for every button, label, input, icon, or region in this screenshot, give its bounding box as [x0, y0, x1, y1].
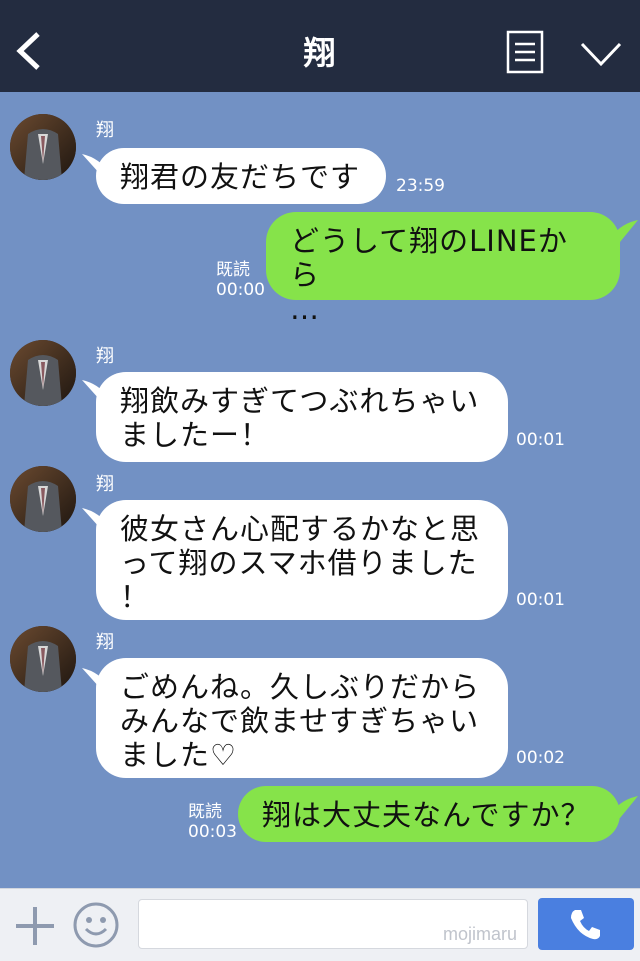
- message-time: 00:01: [516, 590, 565, 610]
- call-button[interactable]: [538, 898, 634, 950]
- input-bar: mojimaru: [0, 888, 640, 961]
- chat-header: 翔: [0, 0, 640, 92]
- message-bubble[interactable]: 翔君の友だちです: [96, 148, 386, 204]
- read-receipt: 既読: [188, 802, 222, 822]
- avatar[interactable]: [10, 466, 76, 532]
- read-receipt: 既読: [216, 260, 250, 280]
- avatar-suit-icon: [10, 466, 76, 532]
- message-time: 00:01: [516, 430, 565, 450]
- message-time: 23:59: [396, 176, 445, 196]
- chat-title: 翔: [303, 34, 337, 72]
- plus-icon[interactable]: [14, 905, 56, 947]
- avatar[interactable]: [10, 340, 76, 406]
- message-bubble[interactable]: 翔は大丈夫なんですか？: [238, 786, 620, 842]
- message-bubble[interactable]: どうして翔のLINEから …: [266, 212, 620, 326]
- message-time: 00:03: [188, 822, 237, 842]
- sender-name: 翔: [96, 346, 114, 367]
- menu-list-icon[interactable]: [506, 30, 544, 74]
- avatar-suit-icon: [10, 626, 76, 692]
- message-bubble[interactable]: 翔飲みすぎてつぶれちゃい ましたー！: [96, 372, 508, 462]
- message-time: 00:00: [216, 280, 265, 300]
- sender-name: 翔: [96, 632, 114, 653]
- message-bubble[interactable]: ごめんね。久しぶりだから みんなで飲ませすぎちゃい ました♡: [96, 658, 508, 778]
- message-input[interactable]: mojimaru: [138, 899, 528, 949]
- avatar-suit-icon: [10, 114, 76, 180]
- sender-name: 翔: [96, 474, 114, 495]
- avatar-suit-icon: [10, 340, 76, 406]
- emoji-smile-icon[interactable]: [72, 901, 120, 949]
- avatar[interactable]: [10, 114, 76, 180]
- phone-icon: [571, 910, 600, 940]
- chevron-down-icon[interactable]: [580, 40, 622, 68]
- message-list[interactable]: 翔 翔君の友だちです 23:59 既読 00:00 どうして翔のLINEから ……: [0, 92, 640, 888]
- avatar[interactable]: [10, 626, 76, 692]
- message-bubble[interactable]: 彼女さん心配するかなと思 って翔のスマホ借りました ！: [96, 500, 508, 620]
- sender-name: 翔: [96, 120, 114, 141]
- message-time: 00:02: [516, 748, 565, 768]
